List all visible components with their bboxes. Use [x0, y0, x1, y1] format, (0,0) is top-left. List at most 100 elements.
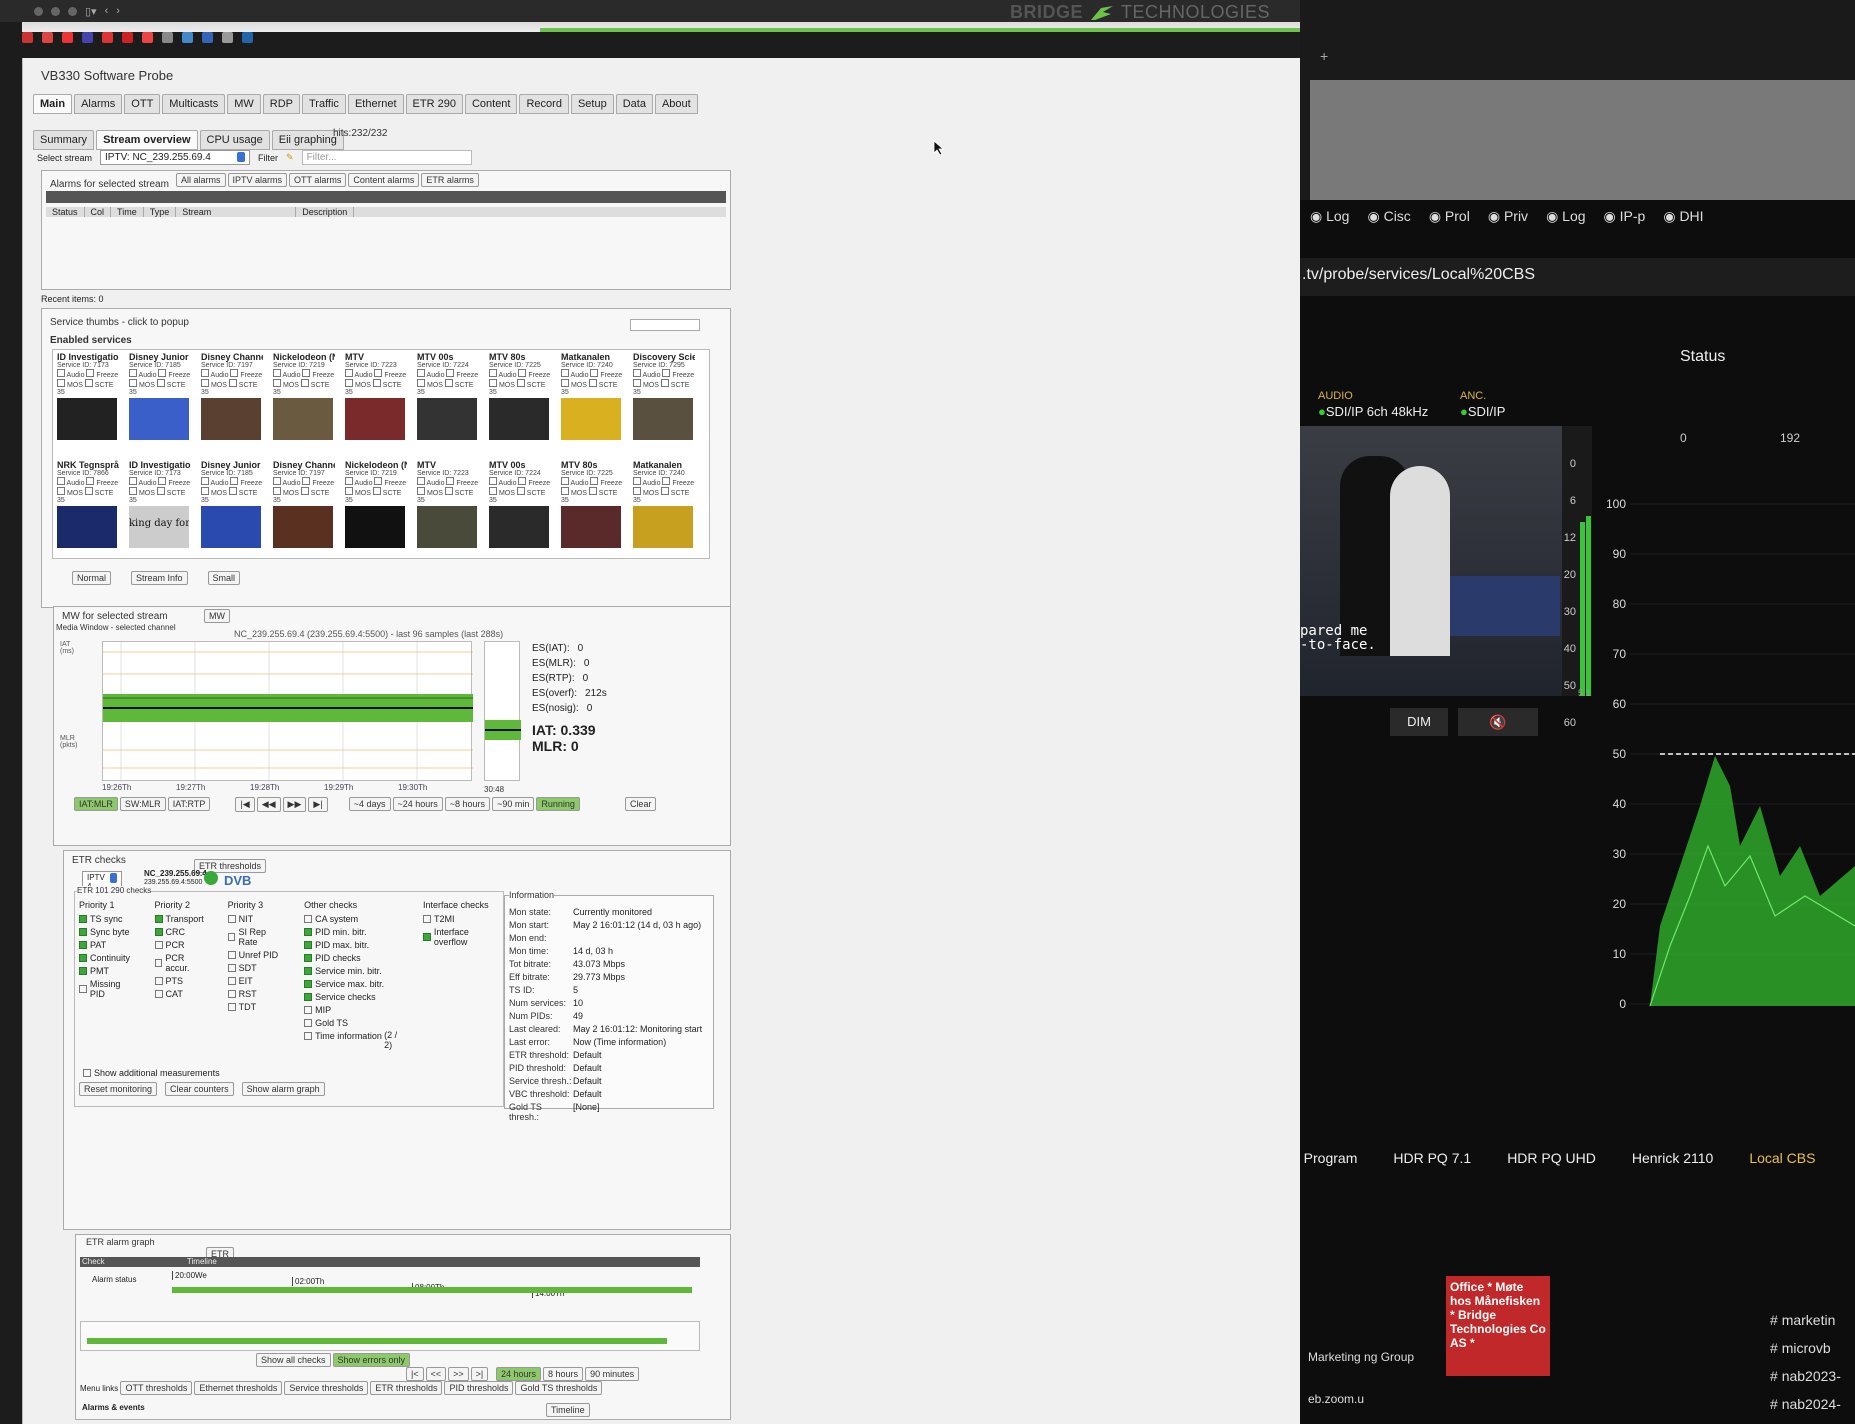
forward-icon[interactable]: › [116, 5, 120, 17]
mos-checkbox[interactable] [273, 487, 281, 495]
bookmark-icon[interactable] [102, 32, 113, 43]
service-thumbnail[interactable] [345, 506, 405, 548]
view-mode-button[interactable]: Stream Info [131, 571, 188, 585]
etr-check-item[interactable]: Transport [154, 914, 210, 924]
maximize-window-icon[interactable] [68, 6, 77, 16]
scte-checkbox[interactable] [588, 379, 597, 387]
view-mode-button[interactable]: Small [207, 571, 241, 585]
mw-mode-button[interactable]: IAT:MLR [74, 797, 118, 811]
tab-bookmark[interactable]: ◉ IP-p [1604, 208, 1646, 225]
mw-range-button[interactable]: ~90 min [492, 797, 535, 811]
mos-checkbox[interactable] [633, 379, 641, 387]
audio-checkbox[interactable] [417, 477, 425, 485]
bookmark-icon[interactable] [222, 32, 233, 43]
scte-checkbox[interactable] [372, 379, 381, 387]
graph-range-button[interactable]: 8 hours [543, 1367, 584, 1381]
etr-check-item[interactable]: PCR [154, 940, 210, 950]
audio-checkbox[interactable] [57, 477, 65, 485]
mw-range-button[interactable]: ~8 hours [444, 797, 491, 811]
scte-checkbox[interactable] [588, 487, 597, 495]
show-additional[interactable]: Show additional measurements [83, 1068, 220, 1078]
mos-checkbox[interactable] [561, 379, 569, 387]
service-thumb[interactable]: MTV Service ID: 7223 Audio Freeze MOS SCT… [345, 352, 407, 440]
service-thumb[interactable]: Disney Channel Service ID: 7197 Audio Fre… [201, 352, 263, 440]
audio-checkbox[interactable] [273, 477, 281, 485]
audio-checkbox[interactable] [201, 369, 209, 377]
tab-main[interactable]: Main [33, 94, 73, 114]
service-thumb[interactable]: ID Investigation DService ID: 7173 Audio… [57, 352, 119, 440]
graph-range-button[interactable]: 90 minutes [585, 1367, 640, 1381]
menu-link-button[interactable]: ETR thresholds [370, 1381, 443, 1395]
slack-channel[interactable]: # marketin [1770, 1306, 1841, 1334]
service-thumb[interactable]: Disney Junior Service ID: 7185 Audio Free… [129, 352, 191, 440]
scte-checkbox[interactable] [516, 379, 525, 387]
audio-checkbox[interactable] [489, 369, 497, 377]
mw-range-button[interactable]: ~4 days [348, 797, 391, 811]
subtab-stream-overview[interactable]: Stream overview [96, 130, 198, 150]
etr-check-item[interactable]: TS sync [79, 914, 137, 924]
channel-item[interactable]: HDR PQ UHD [1507, 1150, 1596, 1166]
tab-alarms[interactable]: Alarms [74, 94, 123, 114]
etr-check-item[interactable]: MIP [304, 1005, 405, 1015]
service-thumb[interactable]: MTV Service ID: 7223 Audio Freeze MOS SCT… [417, 460, 479, 548]
menu-link-button[interactable]: PID thresholds [444, 1381, 514, 1395]
etr-check-item[interactable]: TDT [227, 1002, 287, 1012]
close-window-icon[interactable] [34, 6, 43, 16]
service-thumbnail[interactable]: king day for bl [129, 506, 189, 548]
scte-checkbox[interactable] [300, 379, 309, 387]
tab-bookmark[interactable]: ◉ Cisc [1367, 208, 1410, 225]
bookmark-icon[interactable] [202, 32, 213, 43]
channel-item[interactable]: Henrick 2110 [1632, 1150, 1713, 1166]
slack-channel[interactable]: # net [1770, 1418, 1841, 1424]
etr-check-item[interactable]: PCR accur. [154, 953, 210, 973]
tab-bookmark[interactable]: ◉ Log [1310, 208, 1349, 225]
tab-etr-290[interactable]: ETR 290 [405, 94, 463, 114]
etr-check-item[interactable]: CRC [154, 927, 210, 937]
tab-multicasts[interactable]: Multicasts [162, 94, 226, 114]
mw-range-button[interactable]: ~24 hours [392, 797, 443, 811]
minimize-window-icon[interactable] [51, 6, 60, 16]
youtube-icon[interactable] [62, 32, 73, 43]
url-bar[interactable]: .tv/probe/services/Local%20CBS [1300, 258, 1855, 296]
alarm-filter-button[interactable]: Content alarms [348, 173, 420, 187]
mute-button[interactable]: 🔇 [1458, 708, 1538, 736]
etr-check-item[interactable]: EIT [227, 976, 287, 986]
service-thumb[interactable]: Discovery ScienceService ID: 7295 Audio … [633, 352, 695, 440]
service-thumb[interactable]: Matkanalen Service ID: 7240 Audio Freeze … [633, 460, 695, 548]
bookmark-icon[interactable] [142, 32, 153, 43]
mos-checkbox[interactable] [345, 379, 353, 387]
tab-ethernet[interactable]: Ethernet [347, 94, 404, 114]
service-thumb[interactable]: Disney Junior Service ID: 7185 Audio Free… [201, 460, 263, 548]
scte-checkbox[interactable] [228, 487, 237, 495]
bookmark-icon[interactable] [122, 32, 133, 43]
menu-link-button[interactable]: Service thresholds [284, 1381, 369, 1395]
scte-checkbox[interactable] [660, 487, 669, 495]
audio-checkbox[interactable] [633, 477, 641, 485]
service-thumbnail[interactable] [633, 506, 693, 548]
audio-checkbox[interactable] [633, 369, 641, 377]
graph-nav-button[interactable]: >| [470, 1367, 489, 1381]
tab-rdp[interactable]: RDP [262, 94, 300, 114]
filter-input[interactable]: Filter... [301, 150, 472, 165]
dropdown-arrow-icon[interactable] [237, 152, 246, 162]
slack-channel[interactable]: # microvb [1770, 1334, 1841, 1362]
bookmark-icon[interactable] [22, 32, 33, 43]
etr-check-item[interactable]: PAT [79, 940, 137, 950]
tab-bookmark[interactable]: ◉ Log [1546, 208, 1585, 225]
service-thumbnail[interactable] [57, 506, 117, 548]
service-thumbnail[interactable] [417, 398, 477, 440]
scte-checkbox[interactable] [444, 487, 453, 495]
bookmark-icon[interactable] [42, 32, 53, 43]
etr-check-item[interactable]: PMT [79, 966, 137, 976]
menu-link-button[interactable]: Ethernet thresholds [194, 1381, 283, 1395]
etr-check-item[interactable]: PID max. bitr. [304, 940, 405, 950]
view-mode-button[interactable]: Normal [72, 571, 112, 585]
dim-button[interactable]: DIM [1390, 708, 1448, 736]
etr-check-item[interactable]: Service min. bitr. [304, 966, 405, 976]
mos-checkbox[interactable] [561, 487, 569, 495]
alarm-filter-button[interactable]: All alarms [176, 173, 226, 187]
service-thumbnail[interactable] [489, 506, 549, 548]
service-thumb[interactable]: MTV 80s Service ID: 7225 Audio Freeze MOS… [489, 352, 551, 440]
service-thumbnail[interactable] [561, 398, 621, 440]
tab-record[interactable]: Record [519, 94, 569, 114]
